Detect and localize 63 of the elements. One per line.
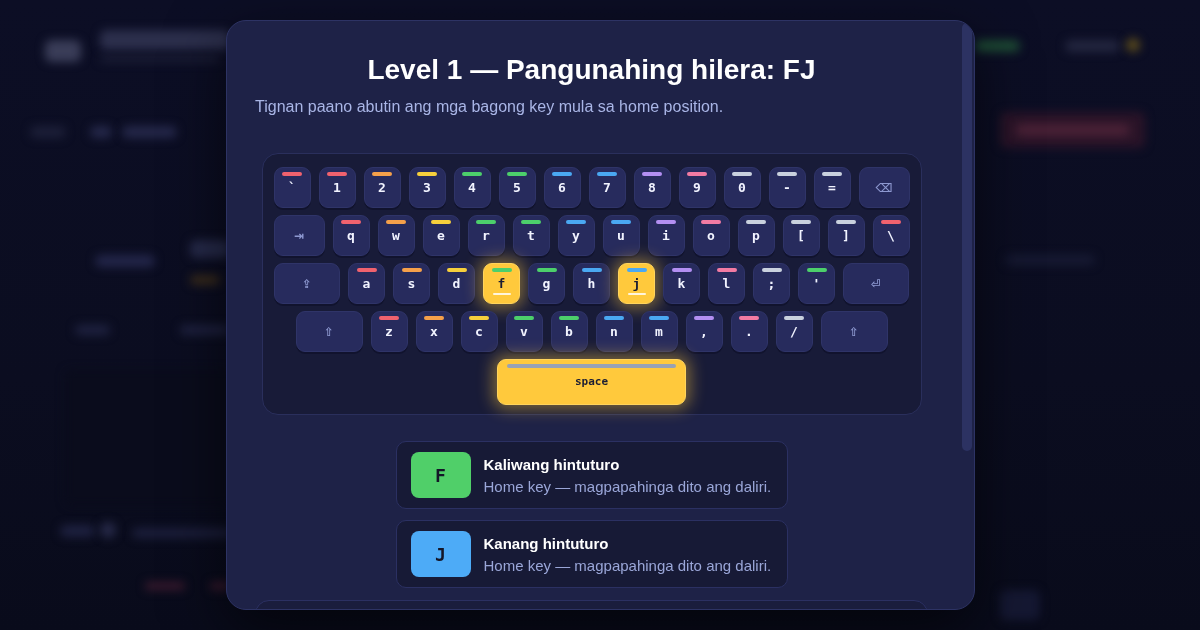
key-label: 4	[468, 179, 476, 196]
key-label: d	[452, 275, 461, 292]
key-label: n	[610, 323, 618, 340]
key-label: t	[527, 227, 535, 244]
key-label: 1	[333, 179, 341, 196]
key-label: 7	[603, 179, 611, 196]
key-label: 9	[693, 179, 701, 196]
key-label: z	[385, 323, 393, 340]
key-label: \	[887, 227, 895, 244]
key-label: m	[655, 323, 663, 340]
key-label: -	[783, 179, 791, 196]
key-label: l	[722, 275, 731, 292]
key-label: h	[587, 275, 596, 292]
key-label: k	[677, 275, 686, 292]
key-label: /	[790, 323, 798, 340]
key-label: a	[362, 275, 371, 292]
key-label: ⇧	[323, 323, 335, 340]
key-label: ;	[767, 275, 776, 292]
key-label: space	[574, 374, 609, 390]
key-label: ⇧	[848, 323, 860, 340]
key-label: q	[347, 227, 355, 244]
key-label: j	[632, 275, 641, 292]
dialog-subtitle: Tignan paano abutin ang mga bagong key mula sa home position.	[255, 97, 725, 117]
key-label: g	[542, 275, 551, 292]
finger-name: Kaliwang hintuturo	[483, 454, 621, 474]
key-label: f	[497, 275, 506, 292]
key-label: b	[565, 323, 573, 340]
finger-note: Home key — magpapahinga dito ang daliri.	[483, 476, 772, 496]
key-label: y	[572, 227, 580, 244]
dialog-title: Level 1 — Pangunahing hilera: FJ	[366, 53, 817, 87]
key-label: ⇥	[293, 227, 305, 244]
key-label: 5	[513, 179, 521, 196]
key-chip: J	[410, 531, 471, 577]
key-label: r	[482, 227, 490, 244]
key-label: o	[707, 227, 715, 244]
key-label: ,	[700, 323, 708, 340]
key-chip: F	[410, 452, 471, 498]
key-label: i	[662, 227, 670, 244]
key-label: x	[430, 323, 438, 340]
key-label: s	[407, 275, 416, 292]
key-label: ⌫	[875, 179, 893, 196]
key-label: ⏎	[870, 275, 882, 292]
key-label: 2	[378, 179, 386, 196]
scrollbar-thumb[interactable]	[962, 23, 972, 451]
key-label: 3	[423, 179, 431, 196]
key-label: c	[475, 323, 483, 340]
key-label: .	[745, 323, 753, 340]
finger-name: Kanang hintuturo	[483, 533, 610, 553]
key-label: ]	[842, 227, 850, 244]
key-label: =	[828, 179, 836, 196]
key-label: 8	[648, 179, 656, 196]
finger-note: Home key — magpapahinga dito ang daliri.	[483, 555, 772, 575]
key-label: 6	[558, 179, 566, 196]
key-label: p	[752, 227, 760, 244]
key-label: u	[617, 227, 625, 244]
key-label: 0	[738, 179, 746, 196]
key-label: '	[812, 275, 821, 292]
key-label: e	[437, 227, 445, 244]
key-label: w	[392, 227, 400, 244]
key-label: `	[288, 179, 296, 196]
key-label: ⇪	[301, 275, 313, 292]
key-label: v	[520, 323, 528, 340]
key-label: [	[797, 227, 805, 244]
